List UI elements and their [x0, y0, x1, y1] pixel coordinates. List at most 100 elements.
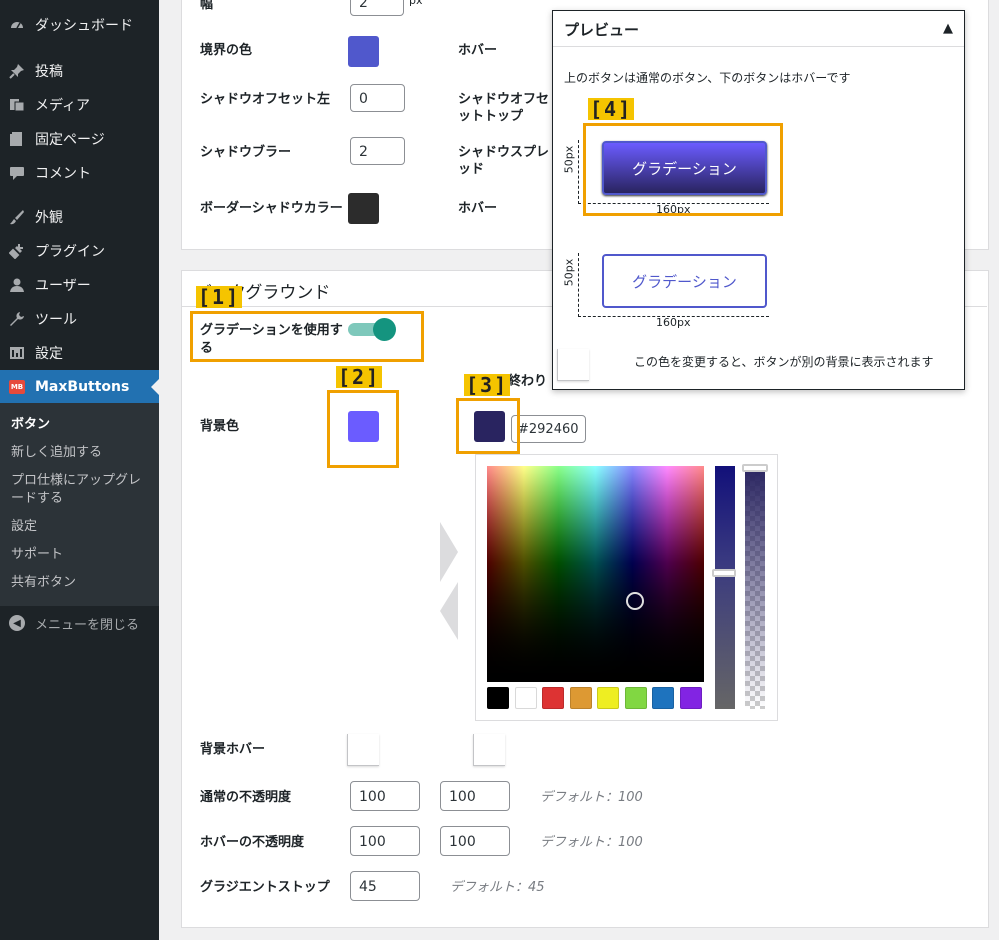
bg-color-label: 背景色 — [200, 419, 240, 434]
sidebar-item-label: ダッシュボード — [35, 18, 133, 34]
border-color-swatch[interactable] — [348, 36, 379, 67]
admin-sidebar: ダッシュボード 投稿 メディア 固定ページ コメント 外観 プラグイン ユーザー… — [0, 0, 159, 940]
submenu-item-support[interactable]: サポート — [11, 546, 151, 564]
spectrum-cursor[interactable] — [626, 592, 644, 610]
sidebar-item-tools[interactable]: ツール — [0, 302, 159, 336]
palette-swatch-blue[interactable] — [652, 687, 674, 709]
callout-box-2 — [327, 390, 399, 468]
sidebar-item-label: 投稿 — [35, 64, 63, 80]
hover-opacity-default-hint: デフォルト：100 — [540, 835, 643, 850]
sidebar-item-pages[interactable]: 固定ページ — [0, 122, 159, 156]
callout-box-4 — [583, 123, 783, 216]
wrench-icon — [8, 310, 26, 328]
sidebar-item-comments[interactable]: コメント — [0, 156, 159, 190]
callout-number-4: [4] — [588, 97, 635, 121]
bg-hover-start-swatch[interactable] — [347, 734, 379, 766]
border-color-label: 境界の色 — [200, 43, 253, 58]
sidebar-item-posts[interactable]: 投稿 — [0, 54, 159, 88]
submenu-item-settings[interactable]: 設定 — [11, 518, 151, 536]
palette-swatch-white[interactable] — [515, 687, 537, 709]
sidebar-item-label: コメント — [35, 166, 91, 182]
callout-number-1: [1] — [196, 285, 243, 309]
sidebar-item-label: ツール — [35, 312, 77, 328]
callout-box-1 — [190, 311, 424, 362]
preview-hover-button: グラデーション — [602, 254, 767, 308]
gradient-stop-input[interactable]: 45 — [350, 871, 420, 901]
color-spectrum[interactable] — [487, 466, 704, 682]
shadow-hover-label: ホバー — [458, 201, 498, 216]
gradient-stop-default-hint: デフォルト：45 — [450, 880, 545, 895]
submenu-item-upgrade[interactable]: プロ仕様にアップグレードする — [11, 472, 149, 508]
sidebar-item-label: 設定 — [35, 346, 63, 362]
opacity-handle[interactable] — [742, 464, 768, 472]
sidebar-item-label: 固定ページ — [35, 132, 105, 148]
callout-number-3: [3] — [464, 373, 511, 397]
end-color-hex-input[interactable]: #292460 — [511, 415, 586, 443]
sidebar-item-label: ユーザー — [35, 278, 91, 294]
palette-swatch-purple[interactable] — [680, 687, 702, 709]
preview-collapse-icon[interactable]: ▲ — [943, 21, 953, 36]
collapse-arrow-icon: ◀ — [9, 615, 25, 631]
preview-background-swatch[interactable] — [557, 349, 589, 381]
hover-width-label: 160px — [656, 316, 691, 329]
sidebar-item-label: MaxButtons — [35, 379, 130, 395]
collapse-menu-label: メニューを閉じる — [35, 617, 140, 633]
sidebar-item-media[interactable]: メディア — [0, 88, 159, 122]
width-unit: px — [409, 0, 423, 7]
preview-background-note: この色を変更すると、ボタンが別の背景に表示されます — [634, 355, 934, 369]
hover-opacity-end-input[interactable]: 100 — [440, 826, 510, 856]
brightness-slider[interactable] — [712, 466, 736, 709]
sidebar-item-label: プラグイン — [35, 244, 105, 260]
media-icon — [8, 96, 26, 114]
sidebar-item-settings[interactable]: 設定 — [0, 336, 159, 370]
submenu-item-add-new[interactable]: 新しく追加する — [11, 444, 151, 462]
shadow-offset-top-label: シャドウオフセットトップ — [458, 92, 550, 124]
palette-swatch-orange[interactable] — [570, 687, 592, 709]
callout-box-3 — [456, 398, 520, 454]
border-shadow-color-swatch[interactable] — [348, 193, 379, 224]
maxbuttons-submenu: ボタン 新しく追加する プロ仕様にアップグレードする 設定 サポート 共有ボタン — [0, 403, 159, 606]
sidebar-item-appearance[interactable]: 外観 — [0, 200, 159, 234]
brightness-handle[interactable] — [712, 569, 736, 577]
bg-hover-end-swatch[interactable] — [473, 734, 505, 766]
picker-arrow-right — [440, 522, 458, 582]
shadow-offset-left-input[interactable]: 0 — [350, 84, 405, 112]
collapse-menu-button[interactable]: ◀ メニューを閉じる — [0, 610, 139, 636]
active-menu-arrow — [151, 379, 159, 395]
normal-opacity-start-input[interactable]: 100 — [350, 781, 420, 811]
sidebar-item-users[interactable]: ユーザー — [0, 268, 159, 302]
dashboard-icon — [8, 16, 26, 34]
plugin-icon — [8, 242, 26, 260]
pin-icon — [8, 62, 26, 80]
hover-opacity-label: ホバーの不透明度 — [200, 835, 305, 850]
palette-swatch-yellow[interactable] — [597, 687, 619, 709]
sidebar-item-maxbuttons[interactable]: MB MaxButtons — [0, 370, 159, 404]
comment-icon — [8, 164, 26, 182]
shadow-blur-label: シャドウブラー — [200, 145, 292, 160]
sidebar-item-label: メディア — [35, 98, 91, 114]
sidebar-item-label: 外観 — [35, 210, 63, 226]
color-picker — [475, 454, 778, 721]
preview-title: プレビュー — [564, 21, 640, 39]
submenu-item-buttons[interactable]: ボタン — [11, 416, 151, 434]
opacity-slider[interactable] — [742, 464, 768, 709]
preview-header[interactable]: プレビュー ▲ — [553, 11, 964, 47]
palette-swatch-red[interactable] — [542, 687, 564, 709]
hover-opacity-start-input[interactable]: 100 — [350, 826, 420, 856]
gradient-end-label: 終わり — [508, 374, 548, 389]
sidebar-item-dashboard[interactable]: ダッシュボード — [0, 8, 159, 42]
submenu-item-share-buttons[interactable]: 共有ボタン — [11, 574, 151, 592]
bg-hover-label: 背景ホバー — [200, 742, 266, 757]
width-input[interactable]: 2 — [350, 0, 404, 16]
picker-arrows — [440, 522, 458, 640]
shadow-blur-input[interactable]: 2 — [350, 137, 405, 165]
normal-opacity-end-input[interactable]: 100 — [440, 781, 510, 811]
settings-icon — [8, 344, 26, 362]
sidebar-item-plugins[interactable]: プラグイン — [0, 234, 159, 268]
shadow-offset-left-label: シャドウオフセット左 — [200, 92, 331, 107]
palette-swatch-black[interactable] — [487, 687, 509, 709]
palette-swatch-green[interactable] — [625, 687, 647, 709]
normal-opacity-default-hint: デフォルト：100 — [540, 790, 643, 805]
picker-arrow-left — [440, 582, 458, 640]
normal-opacity-label: 通常の不透明度 — [200, 790, 292, 805]
